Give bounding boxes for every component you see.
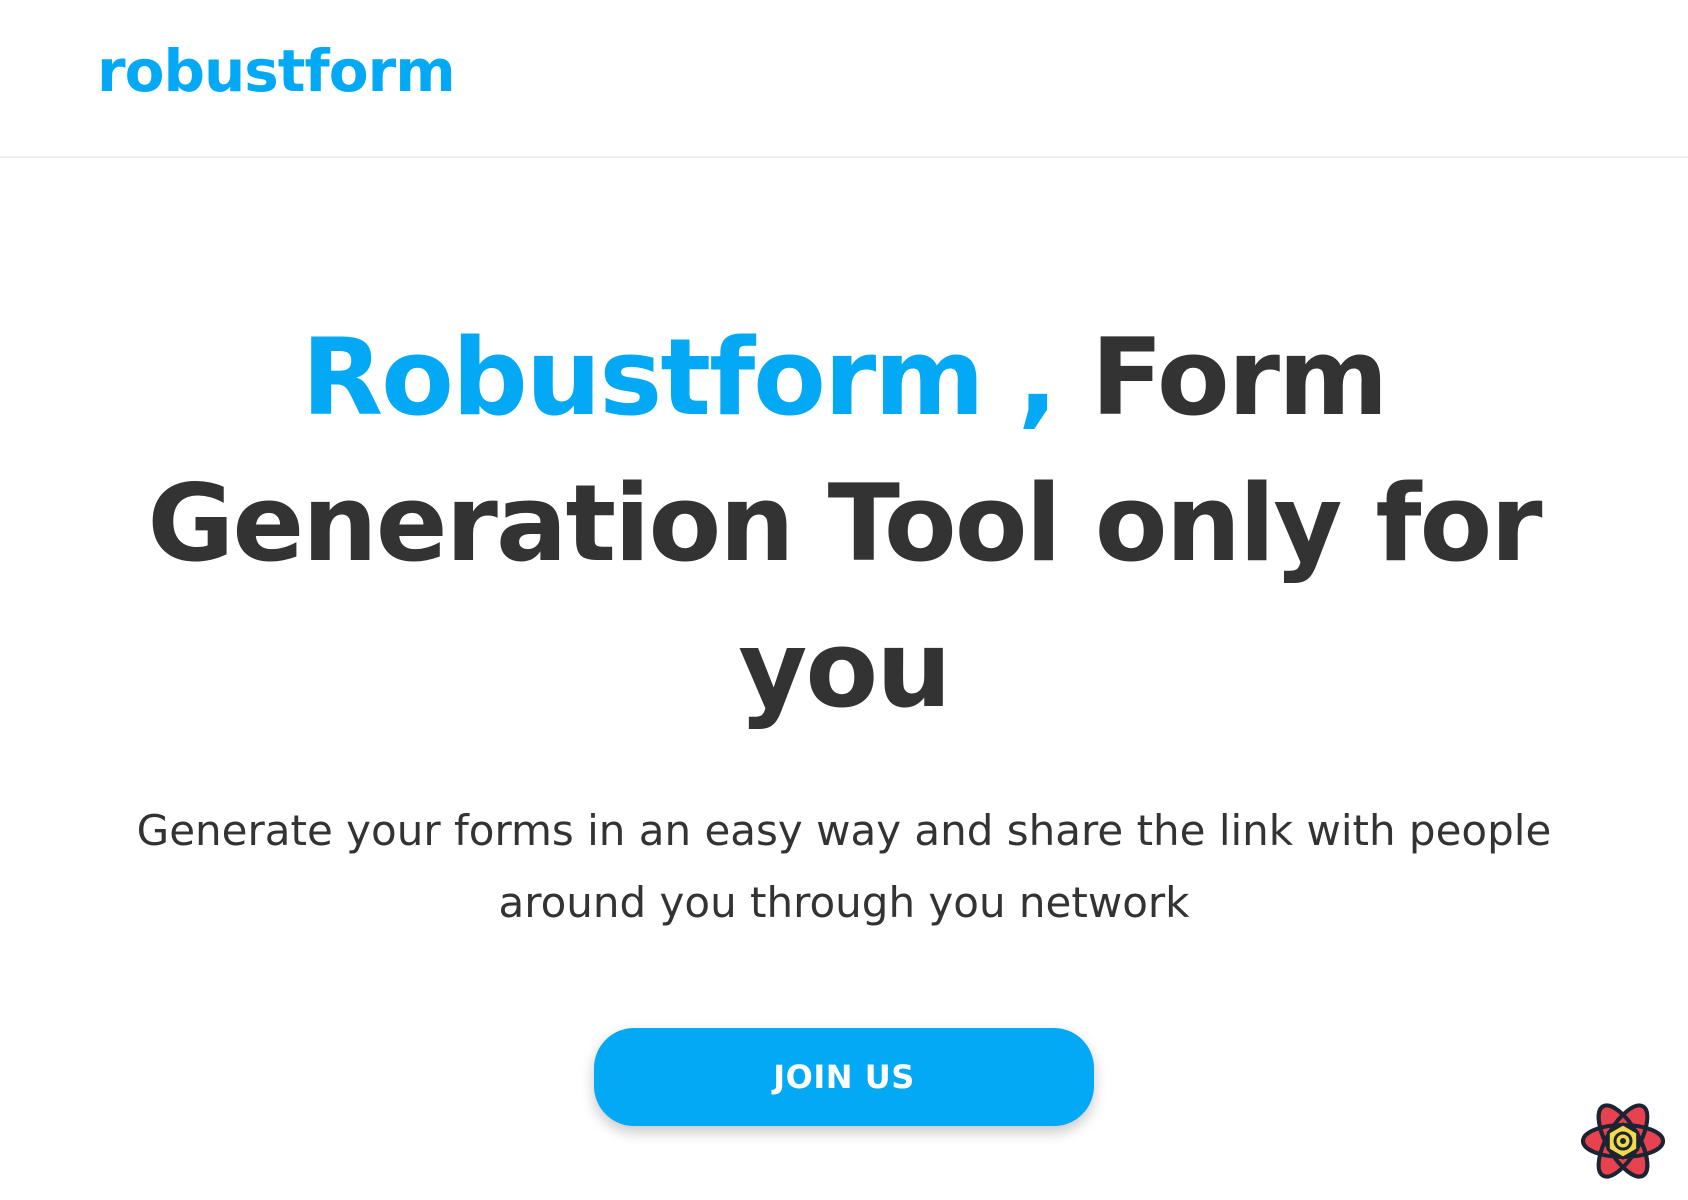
hero-subtitle: Generate your forms in an easy way and s… xyxy=(136,806,1552,927)
brand-logo[interactable]: robustform xyxy=(97,42,456,100)
hero-title: Robustform , Form Generation Tool only f… xyxy=(140,305,1548,743)
hero-title-accent: Robustform , xyxy=(301,316,1058,439)
react-devtools-icon[interactable] xyxy=(1578,1096,1668,1186)
top-navbar: robustform xyxy=(0,0,1688,158)
react-atom-icon xyxy=(1581,1103,1665,1179)
join-us-button[interactable]: JOIN US xyxy=(594,1028,1094,1126)
